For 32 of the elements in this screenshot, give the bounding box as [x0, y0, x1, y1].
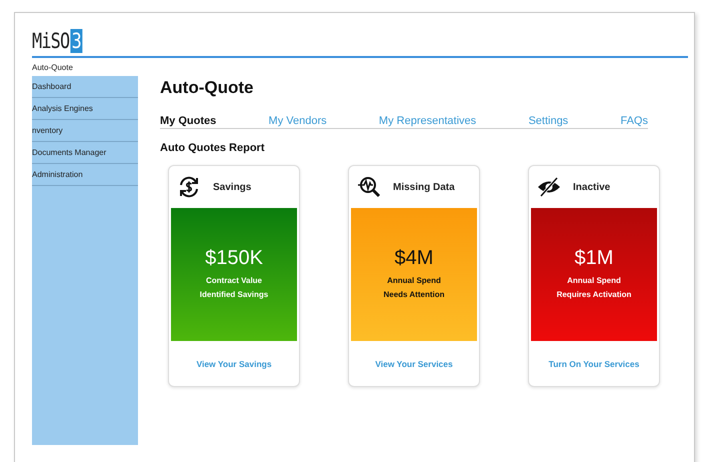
description: Needs Attention	[383, 289, 445, 301]
dollar-cycle-icon	[177, 175, 201, 199]
amount: $1M	[574, 247, 614, 270]
card-title: Savings	[213, 182, 252, 192]
description: Annual Spend	[387, 275, 441, 287]
tab[interactable]: Settings	[528, 115, 568, 127]
tab[interactable]: My Vendors	[268, 115, 327, 127]
sidebar-item[interactable]: nventory	[32, 120, 138, 142]
sidebar-item[interactable]: Administration	[32, 164, 138, 186]
card-title: Missing Data	[393, 182, 455, 192]
magnifier-pulse-icon	[357, 175, 381, 199]
card-link[interactable]: View Your Services	[375, 358, 453, 368]
description: Annual Spend	[567, 275, 621, 287]
card-link[interactable]: Turn On Your Services	[548, 358, 640, 368]
amount: $150K	[205, 247, 263, 270]
sidebar-item[interactable]: Dashboard	[32, 76, 138, 98]
card-link[interactable]: View Your Savings	[196, 358, 272, 368]
description: Contract Value	[206, 275, 262, 287]
sidebar-item[interactable]: Analysis Engines	[32, 98, 138, 120]
tab[interactable]: My Quotes	[160, 115, 216, 127]
description: Identified Savings	[200, 289, 268, 301]
eye-off-icon	[537, 175, 561, 199]
logo: MiSO3	[32, 29, 83, 53]
sidebar-item[interactable]: Documents Manager	[32, 142, 138, 164]
section-title: Auto Quotes Report	[160, 142, 266, 154]
card-title: Inactive	[573, 182, 610, 192]
tab[interactable]: FAQs	[620, 115, 648, 127]
amount: $4M	[394, 247, 434, 270]
page-title: Auto-Quote	[160, 78, 254, 98]
breadcrumb: Auto-Quote	[32, 63, 74, 72]
description: Requires Activation	[556, 289, 632, 301]
tab[interactable]: My Representatives	[378, 115, 476, 127]
